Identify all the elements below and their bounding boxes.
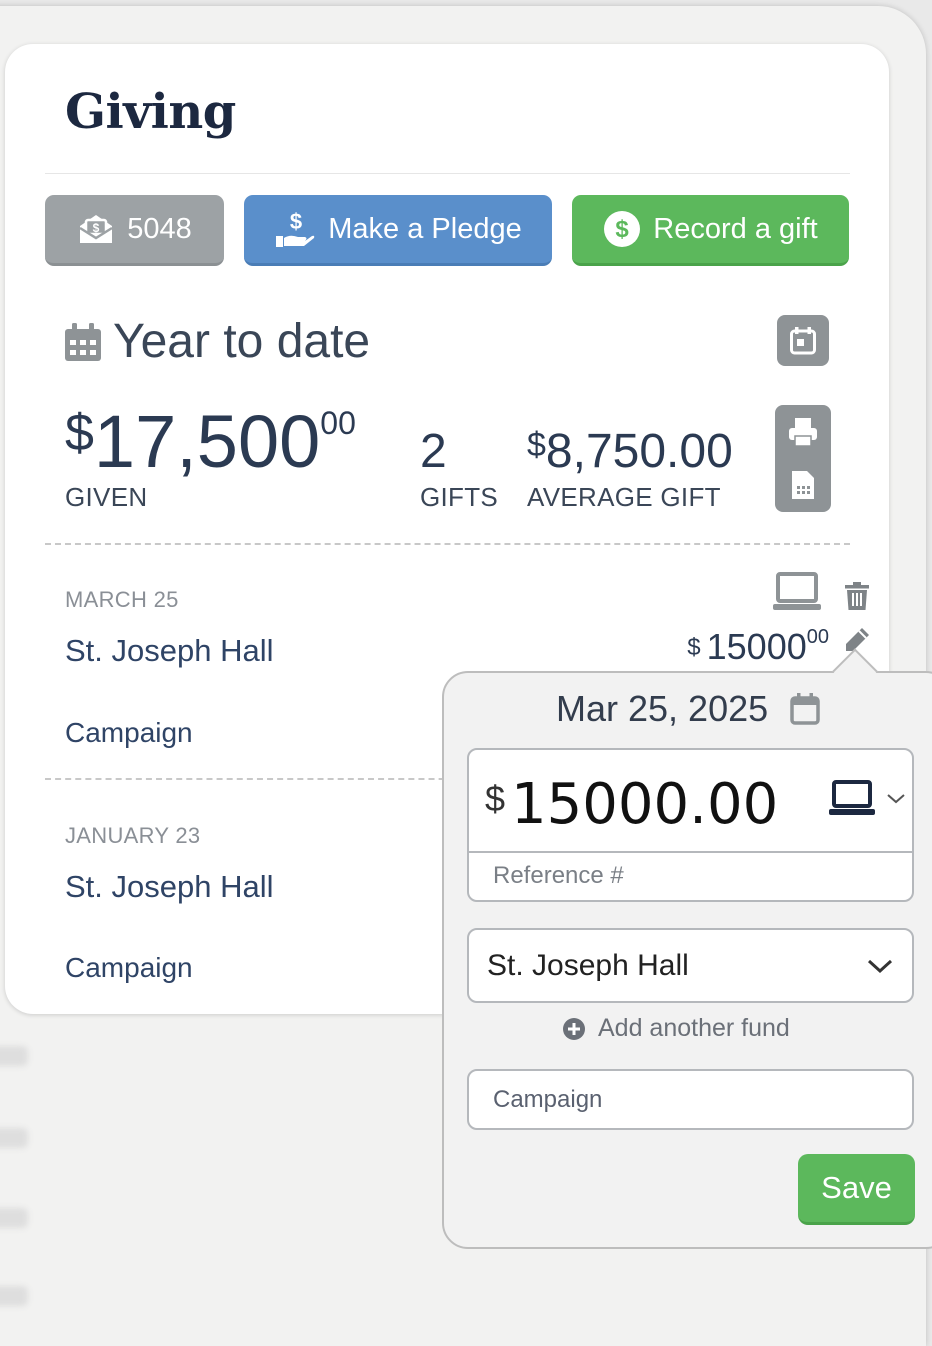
given-cents: 00 (320, 405, 356, 441)
calendar-icon[interactable] (790, 693, 820, 725)
currency-symbol: $ (687, 634, 701, 661)
record-gift-button[interactable]: $ Record a gift (572, 195, 849, 266)
svg-text:$: $ (616, 216, 630, 243)
section-divider (45, 543, 850, 545)
fund-select-value: St. Joseph Hall (487, 948, 689, 982)
gift-amount: $1500000 (687, 626, 829, 668)
plus-circle-icon (563, 1017, 585, 1040)
blurred-background-item (0, 1128, 28, 1148)
date-range-button[interactable] (777, 315, 829, 366)
save-button[interactable]: Save (798, 1154, 915, 1225)
gift-date-value: Mar 25, 2025 (556, 688, 769, 729)
online-gift-button[interactable] (771, 571, 823, 613)
add-another-fund-link[interactable]: Add another fund (562, 1014, 790, 1043)
gift-date-picker[interactable]: Mar 25, 2025 (556, 688, 820, 730)
record-gift-label: Record a gift (653, 212, 818, 245)
campaign-input[interactable] (467, 1069, 914, 1130)
trash-icon (845, 582, 869, 610)
envelope-dollar-icon: $ (79, 215, 113, 243)
given-amount: 17,500 (93, 400, 321, 483)
add-fund-label: Add another fund (598, 1014, 790, 1042)
given-label: GIVEN (65, 482, 148, 512)
gift-date: JANUARY 23 (65, 823, 201, 848)
year-to-date-label: Year to date (113, 315, 371, 368)
gifts-label: GIFTS (420, 482, 499, 512)
delete-gift-button[interactable] (843, 580, 871, 612)
reference-number-input[interactable] (493, 862, 793, 890)
amount-input-group: $ 15000.00 (467, 748, 914, 902)
hand-dollar-icon: $ (276, 209, 315, 247)
average-gift-label: AVERAGE GIFT (527, 482, 721, 512)
total-given-amount: $17,50000 (65, 399, 356, 484)
gift-fund: St. Joseph Hall (65, 869, 274, 904)
blurred-background-item (0, 1046, 28, 1066)
gift-amount-value: 15000 (706, 626, 807, 667)
gift-campaign: Campaign (65, 717, 193, 748)
gift-amount-cents: 00 (806, 626, 829, 648)
printer-icon[interactable] (787, 416, 819, 448)
gift-count: 2 (420, 425, 447, 478)
blurred-background-item (0, 1208, 28, 1228)
amount-field[interactable]: 15000.00 (511, 772, 778, 837)
payment-method-dropdown[interactable] (829, 780, 907, 816)
laptop-icon (829, 780, 875, 815)
currency-symbol: $ (527, 426, 546, 464)
file-icon[interactable] (790, 469, 816, 501)
laptop-icon (773, 572, 821, 610)
export-buttons (775, 405, 831, 512)
chevron-down-icon (887, 794, 905, 804)
svg-text:$: $ (93, 221, 100, 235)
gift-campaign: Campaign (65, 952, 193, 983)
amount-divider (469, 851, 912, 853)
fund-select[interactable]: St. Joseph Hall (467, 928, 914, 1003)
average-gift-amount: $8,750.00 (527, 424, 733, 479)
gift-divider (45, 778, 485, 780)
gift-fund: St. Joseph Hall (65, 633, 274, 668)
currency-symbol: $ (65, 404, 94, 462)
gift-date: MARCH 25 (65, 587, 179, 612)
dollar-circle-icon: $ (604, 211, 641, 247)
envelope-count-button[interactable]: $ 5048 (45, 195, 224, 266)
calendar-icon (65, 322, 101, 361)
pledge-label: Make a Pledge (328, 212, 522, 245)
calendar-day-icon (790, 326, 816, 354)
title-divider (45, 173, 850, 174)
blurred-background-item (0, 1286, 28, 1306)
envelope-count: 5048 (127, 212, 192, 245)
average-amount: 8,750.00 (545, 425, 733, 478)
currency-symbol: $ (485, 778, 506, 819)
chevron-down-icon (867, 959, 893, 973)
year-to-date-heading: Year to date (65, 314, 370, 369)
card-title: Giving (65, 84, 236, 140)
make-pledge-button[interactable]: $ Make a Pledge (244, 195, 552, 266)
svg-text:$: $ (290, 209, 302, 234)
